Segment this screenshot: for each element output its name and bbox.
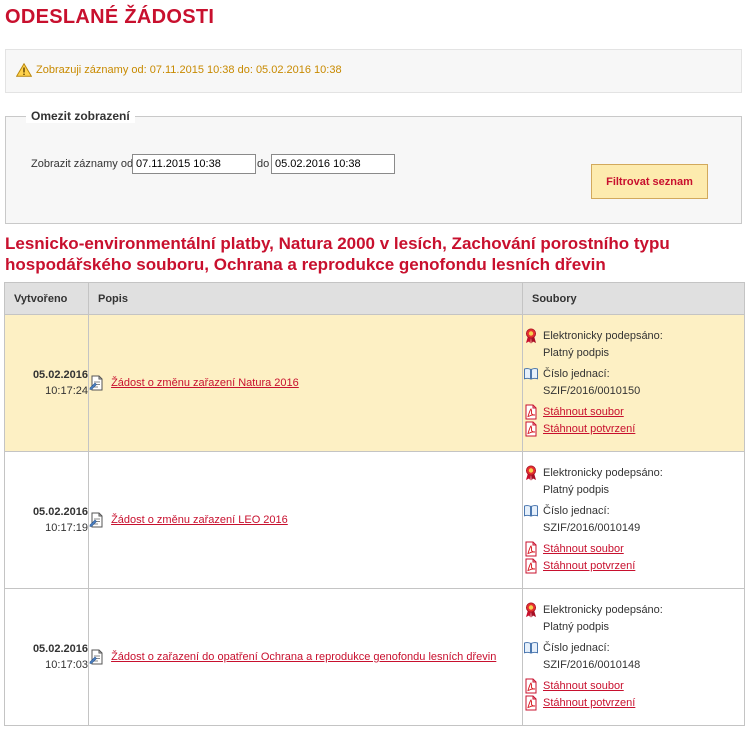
column-header-created: Vytvořeno — [4, 282, 89, 315]
download-confirmation: Stáhnout potvrzení — [523, 421, 744, 438]
files-cell: Elektronicky podepsáno: Platný podpis Čí… — [522, 314, 745, 452]
warning-icon — [16, 63, 32, 77]
filter-legend: Omezit zobrazení — [26, 109, 135, 123]
files-cell: Elektronicky podepsáno: Platný podpis Čí… — [522, 588, 745, 726]
download-confirmation: Stáhnout potvrzení — [523, 695, 744, 712]
reference-value: SZIF/2016/0010150 — [543, 385, 641, 397]
download-file: Stáhnout soubor — [523, 678, 744, 695]
book-icon — [524, 642, 538, 654]
created-date: 05.02.2016 — [32, 369, 88, 381]
reference-number-info: Číslo jednací: SZIF/2016/0010149 — [523, 503, 744, 537]
info-message: Zobrazuji záznamy od: 07.11.2015 10:38 d… — [36, 64, 342, 76]
created-time: 10:17:19 — [45, 522, 88, 534]
section-title: Lesnicko-environmentální platby, Natura … — [5, 234, 670, 274]
date-from-input[interactable] — [132, 154, 256, 174]
signed-label: Elektronicky podepsáno: — [543, 604, 663, 616]
created-cell: 05.02.2016 10:17:24 — [4, 314, 89, 452]
date-to-input[interactable] — [271, 154, 395, 174]
reference-value: SZIF/2016/0010148 — [543, 659, 641, 671]
filter-label: Zobrazit záznamy od — [31, 158, 134, 170]
request-link[interactable]: Žádost o změnu zařazení Natura 2016 — [111, 377, 299, 389]
table-row: 05.02.2016 10:17:19 Žádost o změnu zařaz… — [4, 451, 745, 589]
column-header-files: Soubory — [522, 282, 745, 315]
download-confirmation-link[interactable]: Stáhnout potvrzení — [543, 423, 635, 435]
request-link[interactable]: Žádost o změnu zařazení LEO 2016 — [111, 514, 288, 526]
signed-value: Platný podpis — [543, 484, 610, 496]
award-ribbon-icon — [526, 465, 536, 481]
download-confirmation-link[interactable]: Stáhnout potvrzení — [543, 560, 635, 572]
reference-label: Číslo jednací: — [543, 368, 610, 380]
pdf-icon — [525, 404, 537, 420]
created-cell: 05.02.2016 10:17:19 — [4, 451, 89, 589]
award-ribbon-icon — [526, 328, 536, 344]
document-edit-icon — [89, 649, 103, 665]
created-date: 05.02.2016 — [32, 643, 88, 655]
column-header-description: Popis — [88, 282, 523, 315]
signature-info: Elektronicky podepsáno: Platný podpis — [523, 328, 744, 362]
award-ribbon-icon — [526, 602, 536, 618]
download-file-link[interactable]: Stáhnout soubor — [543, 543, 624, 555]
signature-info: Elektronicky podepsáno: Platný podpis — [523, 465, 744, 499]
created-time: 10:17:03 — [45, 659, 88, 671]
filter-panel: Omezit zobrazení Zobrazit záznamy od do … — [5, 109, 742, 224]
description-cell: Žádost o zařazení do opatření Ochrana a … — [88, 588, 523, 726]
reference-label: Číslo jednací: — [543, 642, 610, 654]
requests-table: Vytvořeno Popis Soubory 05.02.2016 10:17… — [4, 282, 745, 726]
download-file: Stáhnout soubor — [523, 404, 744, 421]
reference-number-info: Číslo jednací: SZIF/2016/0010150 — [523, 366, 744, 400]
download-file: Stáhnout soubor — [523, 541, 744, 558]
created-date: 05.02.2016 — [32, 506, 88, 518]
created-time: 10:17:24 — [45, 385, 88, 397]
book-icon — [524, 368, 538, 380]
download-file-link[interactable]: Stáhnout soubor — [543, 680, 624, 692]
signed-label: Elektronicky podepsáno: — [543, 330, 663, 342]
document-edit-icon — [89, 375, 103, 391]
pdf-icon — [525, 678, 537, 694]
signed-value: Platný podpis — [543, 347, 610, 359]
reference-value: SZIF/2016/0010149 — [543, 522, 641, 534]
description-cell: Žádost o změnu zařazení LEO 2016 — [88, 451, 523, 589]
pdf-icon — [525, 421, 537, 437]
pdf-icon — [525, 558, 537, 574]
signed-value: Platný podpis — [543, 621, 610, 633]
reference-number-info: Číslo jednací: SZIF/2016/0010148 — [523, 640, 744, 674]
download-file-link[interactable]: Stáhnout soubor — [543, 406, 624, 418]
date-to-label: do — [257, 158, 270, 170]
document-edit-icon — [89, 512, 103, 528]
files-cell: Elektronicky podepsáno: Platný podpis Čí… — [522, 451, 745, 589]
info-message-box: Zobrazuji záznamy od: 07.11.2015 10:38 d… — [5, 49, 742, 93]
table-row: 05.02.2016 10:17:03 Žádost o zařazení do… — [4, 588, 745, 726]
download-confirmation: Stáhnout potvrzení — [523, 558, 744, 575]
signed-label: Elektronicky podepsáno: — [543, 467, 663, 479]
book-icon — [524, 505, 538, 517]
reference-label: Číslo jednací: — [543, 505, 610, 517]
download-confirmation-link[interactable]: Stáhnout potvrzení — [543, 697, 635, 709]
pdf-icon — [525, 541, 537, 557]
pdf-icon — [525, 695, 537, 711]
table-row: 05.02.2016 10:17:24 Žádost o změnu zařaz… — [4, 314, 745, 452]
description-cell: Žádost o změnu zařazení Natura 2016 — [88, 314, 523, 452]
filter-list-button[interactable]: Filtrovat seznam — [591, 164, 708, 199]
request-link[interactable]: Žádost o zařazení do opatření Ochrana a … — [111, 651, 496, 663]
page-title: ODESLANÉ ŽÁDOSTI — [5, 6, 215, 28]
created-cell: 05.02.2016 10:17:03 — [4, 588, 89, 726]
signature-info: Elektronicky podepsáno: Platný podpis — [523, 602, 744, 636]
